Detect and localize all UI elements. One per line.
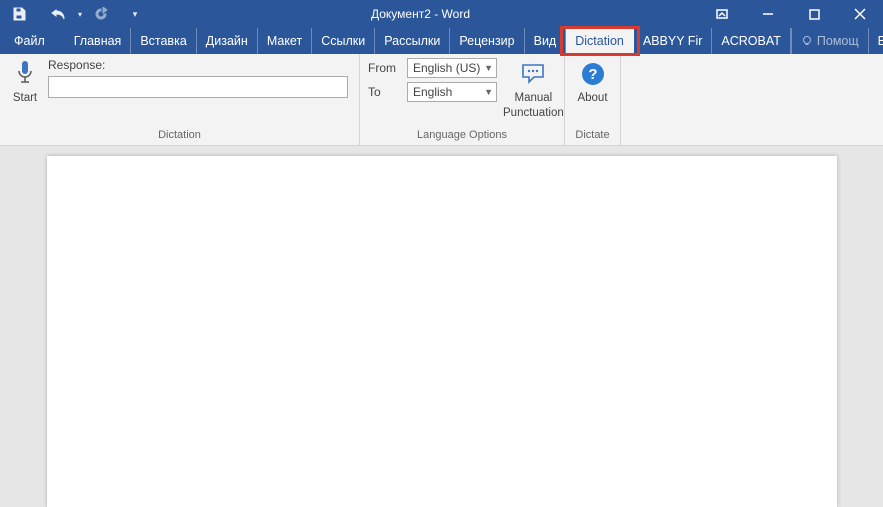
tab-insert[interactable]: Вставка xyxy=(131,28,196,54)
tab-design[interactable]: Дизайн xyxy=(197,28,258,54)
response-label: Response: xyxy=(48,58,351,72)
quick-access-toolbar: ▾ ▾ xyxy=(0,2,142,26)
group-dictate: ? About Dictate xyxy=(565,54,621,145)
redo-button[interactable] xyxy=(88,2,114,26)
from-label: From xyxy=(368,61,402,75)
ribbon-tabs: Файл Главная Вставка Дизайн Макет Ссылки… xyxy=(0,28,883,54)
save-button[interactable] xyxy=(6,2,32,26)
chevron-down-icon: ▼ xyxy=(484,63,493,73)
tab-review[interactable]: Рецензир xyxy=(450,28,524,54)
tab-file[interactable]: Файл xyxy=(0,28,59,54)
group-language-options: From English (US)▼ To English▼ Manual xyxy=(360,54,565,145)
question-icon: ? xyxy=(580,58,606,90)
tab-layout[interactable]: Макет xyxy=(258,28,312,54)
close-button[interactable] xyxy=(837,0,883,28)
document-page[interactable] xyxy=(47,156,837,507)
chevron-down-icon: ▼ xyxy=(484,87,493,97)
svg-text:?: ? xyxy=(588,66,597,83)
group-label: Dictation xyxy=(0,127,359,145)
from-language-combo[interactable]: English (US)▼ xyxy=(407,58,497,78)
to-label: To xyxy=(368,85,402,99)
minimize-button[interactable] xyxy=(745,0,791,28)
tab-dictation[interactable]: Dictation xyxy=(566,28,634,54)
ribbon-display-button[interactable] xyxy=(699,0,745,28)
tab-abbyy[interactable]: ABBYY Fir xyxy=(634,28,713,54)
manual-punctuation-button[interactable]: Manual Punctuation xyxy=(503,58,564,127)
document-area xyxy=(0,146,883,507)
group-label: Dictate xyxy=(565,127,620,145)
group-label: Language Options xyxy=(360,127,564,145)
microphone-icon xyxy=(16,58,34,90)
tab-view[interactable]: Вид xyxy=(525,28,567,54)
titlebar: ▾ ▾ Документ2 - Word xyxy=(0,0,883,28)
tab-mailings[interactable]: Рассылки xyxy=(375,28,450,54)
speech-bubble-icon xyxy=(520,58,546,90)
lightbulb-icon xyxy=(801,35,813,47)
response-input[interactable] xyxy=(48,76,348,98)
group-dictation: Start Response: Dictation xyxy=(0,54,360,145)
tab-references[interactable]: Ссылки xyxy=(312,28,375,54)
about-button[interactable]: ? About xyxy=(570,58,616,127)
start-button[interactable]: Start xyxy=(8,58,42,127)
ribbon: Start Response: Dictation From English (… xyxy=(0,54,883,146)
undo-dropdown[interactable]: ▾ xyxy=(74,2,86,26)
tell-me[interactable]: Помощ xyxy=(791,28,868,54)
window-title: Документ2 - Word xyxy=(142,7,699,21)
maximize-button[interactable] xyxy=(791,0,837,28)
qat-customize[interactable]: ▾ xyxy=(128,2,142,26)
sign-in[interactable]: Вход xyxy=(868,28,883,54)
undo-button[interactable] xyxy=(46,2,72,26)
to-language-combo[interactable]: English▼ xyxy=(407,82,497,102)
window-controls xyxy=(699,0,883,28)
tab-home[interactable]: Главная xyxy=(65,28,132,54)
tab-acrobat[interactable]: ACROBAT xyxy=(712,28,791,54)
